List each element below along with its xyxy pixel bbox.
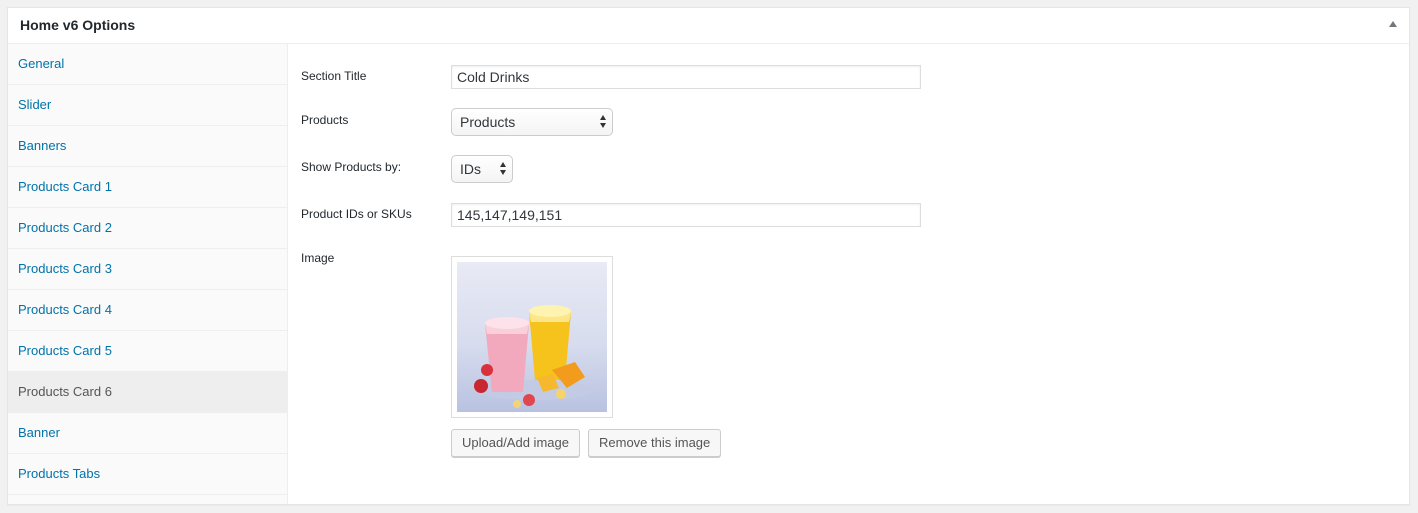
product-ids-input[interactable] (451, 203, 921, 227)
cold-drinks-illustration (474, 305, 593, 408)
drinks-thumbnail-image (457, 262, 607, 412)
product-ids-label: Product IDs or SKUs (301, 207, 412, 221)
tab-products-card-3[interactable]: Products Card 3 (8, 249, 287, 290)
collapse-arrow-icon[interactable] (1389, 21, 1397, 27)
select-arrows-icon (500, 162, 507, 176)
show-products-by-label: Show Products by: (301, 160, 402, 174)
home-v6-options-panel: Home v6 Options General Slider Banners P… (7, 7, 1410, 505)
products-select-value: Products (460, 114, 516, 130)
options-content: Section Title Products Products Show Pro… (289, 44, 1409, 504)
show-products-by-value: IDs (460, 161, 481, 177)
upload-image-button[interactable]: Upload/Add image (451, 429, 580, 457)
products-select[interactable]: Products (451, 108, 613, 136)
section-title-label: Section Title (301, 69, 367, 83)
select-arrows-icon (600, 115, 607, 129)
tab-products-card-1[interactable]: Products Card 1 (8, 167, 287, 208)
remove-image-button[interactable]: Remove this image (588, 429, 722, 457)
tab-products-card-5[interactable]: Products Card 5 (8, 331, 287, 372)
tab-banners[interactable]: Banners (8, 126, 287, 167)
tab-banner[interactable]: Banner (8, 413, 287, 454)
tab-general[interactable]: General (8, 44, 287, 85)
image-label: Image (301, 251, 335, 265)
image-preview-frame (451, 256, 613, 418)
show-products-by-select[interactable]: IDs (451, 155, 513, 183)
tab-products-tabs[interactable]: Products Tabs (8, 454, 287, 495)
section-title-input[interactable] (451, 65, 921, 89)
options-sidebar: General Slider Banners Products Card 1 P… (8, 44, 288, 504)
tab-products-card-2[interactable]: Products Card 2 (8, 208, 287, 249)
panel-header: Home v6 Options (8, 8, 1409, 44)
tab-slider[interactable]: Slider (8, 85, 287, 126)
panel-title: Home v6 Options (20, 17, 136, 33)
tab-products-card-6[interactable]: Products Card 6 (8, 372, 287, 413)
products-label: Products (301, 113, 349, 127)
tab-products-card-4[interactable]: Products Card 4 (8, 290, 287, 331)
